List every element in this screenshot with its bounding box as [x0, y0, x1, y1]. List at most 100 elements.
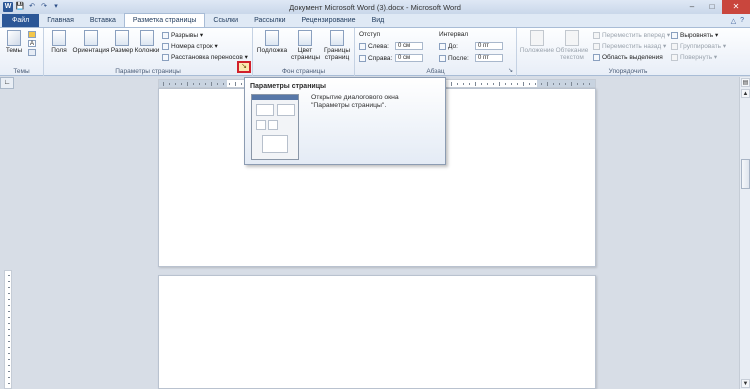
theme-colors-icon[interactable]: [28, 31, 36, 38]
title-bar: W 💾 ↶ ↷ ▾ Документ Microsoft Word (3).do…: [0, 0, 750, 14]
close-button[interactable]: ✕: [722, 0, 750, 14]
orientation-button[interactable]: Ориентация: [72, 30, 110, 54]
ruler-tick: [565, 83, 566, 85]
ruler-tick: [8, 341, 10, 342]
ruler-tick: [217, 83, 218, 85]
ruler-tick: [481, 83, 482, 85]
minimize-ribbon-icon[interactable]: △: [731, 17, 736, 25]
ruler-tick: [523, 82, 524, 86]
ruler-toggle-icon[interactable]: ▤: [741, 78, 750, 87]
columns-button[interactable]: Колонки: [134, 30, 160, 54]
ruler-tick: [505, 83, 506, 85]
maximize-button[interactable]: □: [702, 0, 722, 14]
indent-left-input[interactable]: 0 см: [395, 42, 423, 50]
ruler-tick: [457, 83, 458, 85]
page-color-button[interactable]: Цвет страницы: [291, 30, 320, 61]
hyphenation-icon: [162, 53, 169, 61]
vertical-ruler[interactable]: [4, 270, 12, 389]
tab-selector[interactable]: ∟: [0, 77, 14, 89]
ruler-tick: [193, 83, 194, 85]
wrap-text-icon: [565, 30, 579, 46]
indent-right-input[interactable]: 0 см: [395, 54, 423, 62]
help-icon[interactable]: ?: [740, 17, 744, 25]
breaks-button[interactable]: Разрывы ▾: [162, 31, 203, 40]
ruler-tick: [223, 83, 224, 85]
watermark-button[interactable]: Подложка: [255, 30, 289, 54]
group-objects-icon: [671, 42, 678, 50]
selection-pane-button[interactable]: Область выделения: [593, 53, 663, 62]
scroll-up-icon[interactable]: ▲: [741, 89, 750, 98]
window-title: Документ Microsoft Word (3).docx - Micro…: [289, 2, 461, 12]
wrap-text-button[interactable]: Обтекание текстом: [555, 30, 589, 61]
margins-button[interactable]: Поля: [48, 30, 70, 54]
page-borders-icon: [330, 30, 344, 46]
spacing-after-input[interactable]: 0 пт: [475, 54, 503, 62]
tab-mailings[interactable]: Рассылки: [246, 14, 293, 27]
ruler-tick: [553, 83, 554, 85]
group-themes: Темы A Темы: [0, 28, 44, 76]
customize-qat-icon[interactable]: ▾: [51, 2, 61, 12]
ruler-tick: [8, 329, 10, 330]
minimize-button[interactable]: –: [682, 0, 702, 14]
ruler-tick: [535, 83, 536, 85]
word-logo-icon[interactable]: W: [3, 2, 13, 12]
size-button[interactable]: Размер: [110, 30, 134, 54]
ruler-tick: [541, 83, 542, 85]
ruler-tick: [205, 83, 206, 85]
document-page[interactable]: [158, 275, 596, 389]
tab-view[interactable]: Вид: [364, 14, 393, 27]
redo-icon[interactable]: ↷: [39, 2, 49, 12]
position-icon: [530, 30, 544, 46]
rotate-button[interactable]: Повернуть ▾: [671, 53, 717, 62]
spacing-before-row: До: 0 пт: [439, 42, 503, 51]
indent-heading: Отступ: [359, 31, 381, 38]
line-numbers-button[interactable]: Номера строк ▾: [162, 42, 218, 51]
align-button[interactable]: Выровнять ▾: [671, 31, 718, 40]
themes-icon: [7, 30, 21, 46]
theme-effects-icon[interactable]: [28, 49, 36, 56]
page-size-icon: [115, 30, 129, 46]
themes-button[interactable]: Темы: [3, 30, 25, 54]
ruler-tick: [511, 83, 512, 85]
save-icon[interactable]: 💾: [15, 2, 25, 12]
ruler-tick: [8, 293, 10, 294]
ruler-tick: [8, 353, 10, 354]
group-objects-button[interactable]: Группировать ▾: [671, 42, 726, 51]
spacing-heading: Интервал: [439, 31, 469, 38]
tab-file[interactable]: Файл: [2, 14, 40, 27]
group-page-setup: Поля Ориентация Размер Колонки Разрывы ▾…: [44, 28, 253, 76]
indent-right-icon: [359, 54, 366, 62]
ruler-tick: [175, 83, 176, 85]
scroll-down-icon[interactable]: ▼: [741, 379, 750, 388]
scroll-thumb[interactable]: [741, 159, 750, 189]
ruler-tick: [8, 359, 10, 360]
spacing-before-input[interactable]: 0 пт: [475, 42, 503, 50]
page-setup-dialog-launcher[interactable]: ↘: [237, 61, 251, 73]
paragraph-dialog-launcher[interactable]: ↘: [508, 68, 514, 74]
spacing-after-row: После: 0 пт: [439, 54, 503, 63]
ruler-tick: [8, 371, 10, 372]
tab-review[interactable]: Рецензирование: [294, 14, 364, 27]
undo-icon[interactable]: ↶: [27, 2, 37, 12]
hyphenation-button[interactable]: Расстановка переносов ▾: [162, 53, 248, 62]
ruler-tick: [8, 305, 10, 306]
rotate-icon: [671, 53, 678, 61]
tab-home[interactable]: Главная: [39, 14, 82, 27]
page-borders-button[interactable]: Границы страниц: [321, 30, 353, 61]
position-button[interactable]: Положение: [519, 30, 555, 54]
tab-references[interactable]: Ссылки: [205, 14, 246, 27]
bring-forward-button[interactable]: Переместить вперед ▾: [593, 31, 670, 40]
selection-pane-icon: [593, 53, 600, 61]
group-label-arrange: Упорядочить: [608, 68, 648, 75]
vertical-scrollbar[interactable]: ▤ ▲ ▼: [739, 77, 750, 389]
send-backward-icon: [593, 42, 600, 50]
ruler-tick: [487, 83, 488, 85]
theme-fonts-icon[interactable]: A: [28, 40, 36, 47]
tab-page-layout[interactable]: Разметка страницы: [123, 13, 206, 27]
tab-insert[interactable]: Вставка: [82, 14, 124, 27]
ruler-tick: [181, 83, 182, 85]
margins-icon: [52, 30, 66, 46]
tooltip-title: Параметры страницы: [250, 83, 327, 90]
send-backward-button[interactable]: Переместить назад ▾: [593, 42, 666, 51]
line-numbers-icon: [162, 42, 169, 50]
